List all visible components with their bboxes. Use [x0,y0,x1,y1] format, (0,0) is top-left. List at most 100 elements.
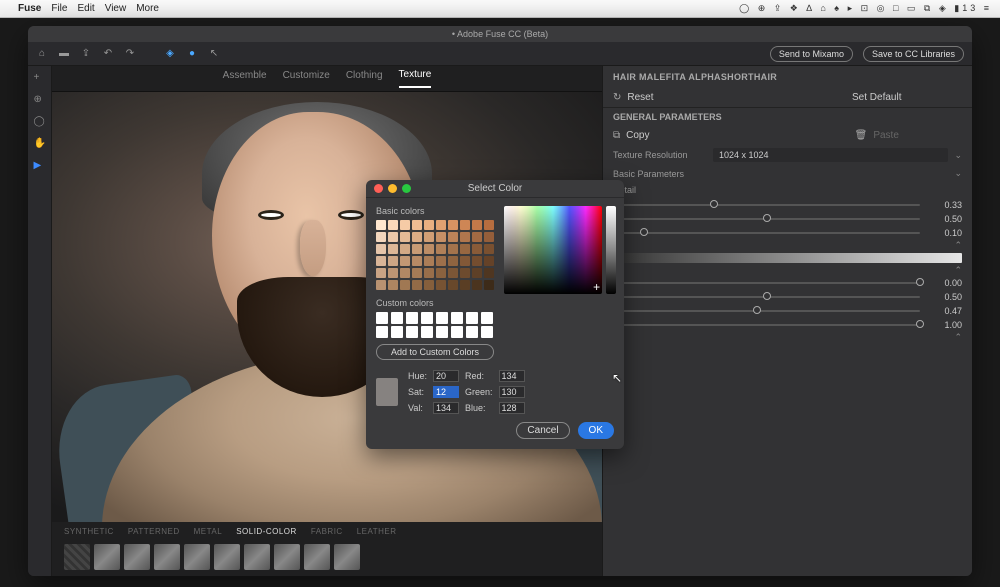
basic-color-swatch[interactable] [448,280,458,290]
menu-more[interactable]: More [136,3,159,14]
custom-color-slot[interactable] [376,326,388,338]
basic-color-swatch[interactable] [376,280,386,290]
menu-edit[interactable]: Edit [77,3,94,14]
basic-color-swatch[interactable] [448,268,458,278]
basic-color-swatch[interactable] [460,280,470,290]
slider-thumb[interactable] [640,228,648,236]
custom-color-slot[interactable] [436,326,448,338]
color-field[interactable]: + [504,206,602,294]
material-swatch[interactable] [184,544,210,570]
mtab-fabric[interactable]: FABRIC [311,527,343,536]
custom-color-slot[interactable] [391,326,403,338]
custom-color-slot[interactable] [406,326,418,338]
menu-file[interactable]: File [51,3,67,14]
slider-thumb[interactable] [916,278,924,286]
slider-thumb[interactable] [916,320,924,328]
basic-color-swatch[interactable] [424,232,434,242]
copy-button[interactable]: ⧉Copy [613,130,784,141]
custom-color-slot[interactable] [451,326,463,338]
param-slider[interactable]: 0.00 [603,276,972,290]
basic-color-swatch[interactable] [484,232,494,242]
gradient-bar[interactable] [613,253,962,263]
pointer-icon[interactable]: ▶ [34,160,46,172]
param-slider[interactable]: 0.47 [603,304,972,318]
basic-color-swatch[interactable] [400,244,410,254]
basic-color-swatch[interactable] [460,232,470,242]
basic-color-swatch[interactable] [484,280,494,290]
custom-color-slot[interactable] [436,312,448,324]
material-swatch[interactable] [244,544,270,570]
basic-color-swatch[interactable] [472,256,482,266]
custom-color-slot[interactable] [466,326,478,338]
dialog-titlebar[interactable]: Select Color [366,180,624,198]
val-input[interactable] [433,402,459,414]
basic-color-swatch[interactable] [400,280,410,290]
red-input[interactable] [499,370,525,382]
basic-color-swatch[interactable] [400,268,410,278]
slider-thumb[interactable] [710,200,718,208]
hue-input[interactable] [433,370,459,382]
save-to-cc-button[interactable]: Save to CC Libraries [863,46,964,62]
basic-color-swatch[interactable] [472,232,482,242]
basic-color-swatch[interactable] [376,244,386,254]
param-slider[interactable]: 1.00 [603,318,972,332]
rotate-icon[interactable]: ◯ [34,116,46,128]
save-icon[interactable]: ▬ [58,48,70,60]
blue-input[interactable] [499,402,525,414]
basic-color-swatch[interactable] [388,268,398,278]
window-titlebar[interactable]: • Adobe Fuse CC (Beta) [28,26,972,42]
cursor-icon[interactable]: ↖ [208,48,220,60]
basic-color-swatch[interactable] [484,220,494,230]
chevron-up-icon[interactable]: ⌃ [603,332,972,343]
basic-color-swatch[interactable] [448,220,458,230]
basic-color-swatch[interactable] [484,256,494,266]
tab-clothing[interactable]: Clothing [346,70,383,87]
mtab-metal[interactable]: METAL [194,527,223,536]
home-icon[interactable]: ⌂ [36,48,48,60]
sat-input[interactable] [433,386,459,398]
basic-color-swatch[interactable] [436,244,446,254]
tab-assemble[interactable]: Assemble [223,70,267,87]
chevron-up-icon[interactable]: ⌃ [603,240,972,251]
slider-thumb[interactable] [763,292,771,300]
slider-thumb[interactable] [753,306,761,314]
basic-color-swatch[interactable] [460,268,470,278]
maximize-icon[interactable] [402,184,411,193]
material-swatch[interactable] [154,544,180,570]
basic-color-swatch[interactable] [412,220,422,230]
basic-color-swatch[interactable] [376,268,386,278]
menubar-tray[interactable]: ◯ ⊕ ⇪ ❖ ∆ ⌂ ♠ ▸ ⊡ ◎ □ ▭ ⧉ ◈ ▮13 ≡ [739,3,992,14]
mtab-synthetic[interactable]: SYNTHETIC [64,527,114,536]
material-swatch[interactable] [64,544,90,570]
basic-color-swatch[interactable] [376,220,386,230]
chevron-up-icon[interactable]: ⌃ [603,265,972,276]
mtab-solid-color[interactable]: SOLID-COLOR [236,527,297,536]
basic-color-swatch[interactable] [472,280,482,290]
basic-color-swatch[interactable] [388,220,398,230]
menu-view[interactable]: View [105,3,127,14]
material-swatch[interactable] [124,544,150,570]
basic-color-swatch[interactable] [388,244,398,254]
basic-color-swatch[interactable] [388,256,398,266]
send-to-mixamo-button[interactable]: Send to Mixamo [770,46,853,62]
move-icon[interactable]: ⊕ [34,94,46,106]
basic-color-swatch[interactable] [436,220,446,230]
basic-color-swatch[interactable] [436,232,446,242]
basic-color-swatch[interactable] [400,232,410,242]
material-swatch[interactable] [274,544,300,570]
basic-color-swatch[interactable] [448,256,458,266]
custom-color-slot[interactable] [406,312,418,324]
basic-color-swatch[interactable] [412,256,422,266]
basic-color-swatch[interactable] [412,268,422,278]
menu-app[interactable]: Fuse [18,3,41,14]
basic-color-swatch[interactable] [424,280,434,290]
ok-button[interactable]: OK [578,422,614,439]
basic-color-swatch[interactable] [472,268,482,278]
basic-color-swatch[interactable] [388,280,398,290]
basic-color-swatch[interactable] [376,232,386,242]
basic-color-swatch[interactable] [424,220,434,230]
chevron-down-icon[interactable]: ⌄ [948,150,962,161]
hand-icon[interactable]: ✋ [34,138,46,150]
chevron-down-icon[interactable]: ⌄ [948,168,962,179]
close-icon[interactable] [374,184,383,193]
